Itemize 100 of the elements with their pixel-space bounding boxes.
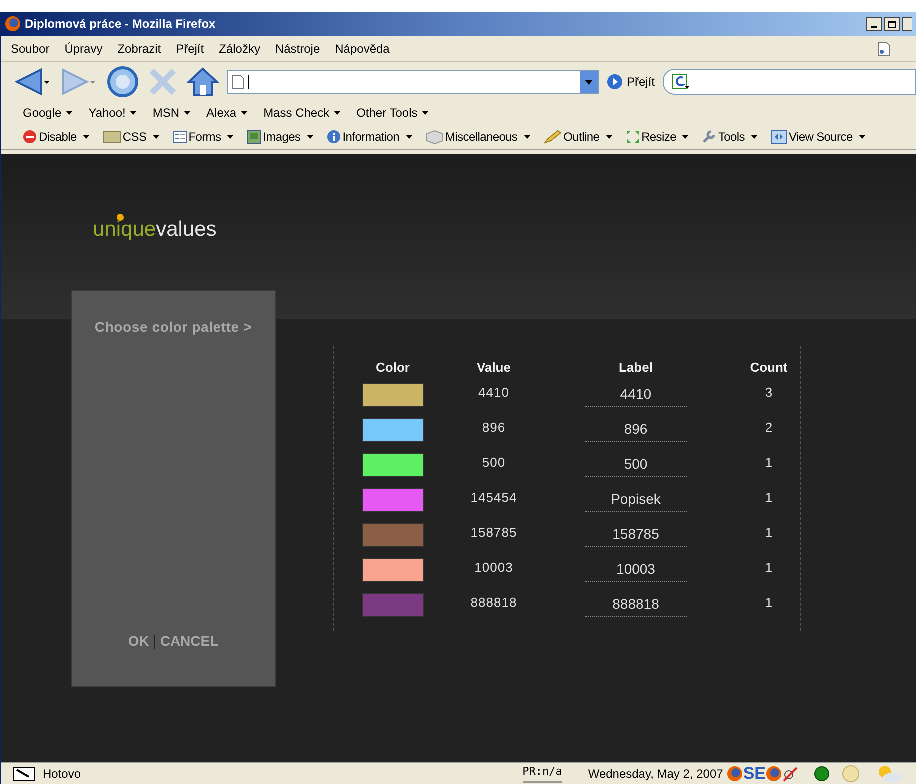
minimize-button[interactable] [866,17,882,31]
page-icon [878,42,890,56]
color-swatch[interactable] [362,383,424,407]
toolbar-menu-button[interactable]: Disable [23,128,90,146]
toolbar-menu-button[interactable]: Forms [172,128,234,146]
toolbar-menu-button[interactable]: Miscellaneous [426,128,531,146]
menu-item[interactable]: Přejít [176,40,204,58]
table-cell-text: 3 [764,384,774,402]
caret-icon [240,111,248,115]
menu-item[interactable]: Soubor [11,40,50,58]
toolbar-menu-button[interactable]: View Source [770,128,866,146]
pencil-icon [544,130,562,144]
search-field[interactable] [663,69,916,95]
table-cell-text: 1 [764,559,774,578]
table-cell-text: 4410 [478,384,510,402]
caret-icon [152,134,160,138]
status-light-icon [814,766,830,782]
column-header: Color [375,359,411,377]
menu-item[interactable]: Záložky [219,40,260,58]
crossed-out-icon [782,766,798,782]
color-swatch[interactable] [362,593,424,617]
column-header: Count [749,359,789,377]
css-icon [102,130,121,142]
caret-icon [306,134,314,138]
color-swatch[interactable] [362,418,424,442]
table-cell-text: 1 [764,524,774,542]
toolbar-menu-button[interactable]: Images [247,128,314,146]
caret-icon [858,134,866,138]
color-swatch[interactable] [362,488,424,512]
browser-logo-icon [766,766,782,782]
page-icon [232,75,244,89]
table-cell-text: 1 [764,594,774,612]
status-text: Hotovo [43,766,82,782]
close-button[interactable] [902,17,912,31]
caret-icon [606,134,613,138]
toolbar-menu-button[interactable]: Google [23,104,73,122]
se-text: SE [743,765,766,782]
color-swatch[interactable] [362,453,424,477]
table-cell-text: 145454 [470,489,518,508]
toolbar-menu-button[interactable]: Resize [626,128,690,146]
label-field[interactable]: 888818 [585,594,687,616]
table-cell-text: 158785 [470,524,518,542]
color-swatch[interactable] [362,523,424,547]
caret-icon [524,134,531,138]
pagerank-text: PR:n/a [522,764,562,783]
menu-item[interactable]: Nástroje [275,40,320,58]
color-swatch[interactable] [362,558,424,582]
table-cell-text: 896 [481,419,507,438]
home-icon[interactable] [187,66,219,98]
label-field[interactable]: 10003 [585,558,687,582]
table-cell-text: 1 [764,489,774,508]
toolbar-menu-button[interactable]: MSN [152,104,191,122]
toolbar-menu-button[interactable]: Yahoo! [88,104,137,122]
label-field[interactable]: 4410 [585,384,687,406]
cube-icon [426,130,444,144]
search-engine-icon [672,74,690,90]
address-field[interactable] [227,70,599,94]
wrench-icon [702,130,716,144]
image-icon [247,130,262,144]
caret-icon [184,111,191,115]
table-cell-text: 500 [481,454,507,472]
reload-icon[interactable] [107,66,139,98]
caret-icon [227,134,234,138]
toolbar-menu-button[interactable]: Other Tools [356,104,429,122]
window-title: Diplomová práce - Mozilla Firefox [25,16,216,33]
logo: uniquevalues [93,214,217,242]
table-cell-text: 1 [764,454,774,472]
go-button[interactable]: Přejít [607,73,656,91]
toolbar-menu-button[interactable]: Alexa [206,104,248,122]
label-field[interactable]: Popisek [585,488,687,512]
maximize-button[interactable] [884,17,900,31]
resize-arrows-icon [626,130,640,144]
toolbar-menu-button[interactable]: Mass Check [264,104,341,122]
caret-icon [82,134,90,138]
toolbar-menu-button[interactable]: Outline [544,128,613,146]
table-cell-text: 2 [764,419,774,438]
label-field[interactable]: 896 [585,418,687,442]
column-header: Label [618,359,654,377]
caret-icon [750,134,758,138]
toolbar-menu-button[interactable]: Tools [702,128,758,146]
column-header: Value [476,359,512,377]
browser-logo-icon [5,16,21,32]
back-arrow-icon[interactable] [15,67,51,97]
browser-logo-icon [727,766,744,782]
menu-item[interactable]: Zobrazit [118,40,162,58]
label-field[interactable]: 158785 [585,524,687,546]
menu-item[interactable]: Nápověda [335,40,390,58]
status-date: Wednesday, May 2, 2007 [588,766,724,782]
table-cell-text: 888818 [470,594,518,612]
toolbar-menu-button[interactable]: CSS [102,128,160,146]
caret-icon [406,134,412,138]
menu-item[interactable]: Úpravy [64,40,103,58]
connection-icon [13,766,35,780]
label-field[interactable]: 500 [585,454,687,476]
caret-icon [66,111,73,115]
caret-icon [334,111,341,115]
caret-icon [682,134,690,138]
table-cell-text: 10003 [474,559,514,578]
form-icon [172,130,187,144]
toolbar-menu-button[interactable]: Information [326,128,412,146]
